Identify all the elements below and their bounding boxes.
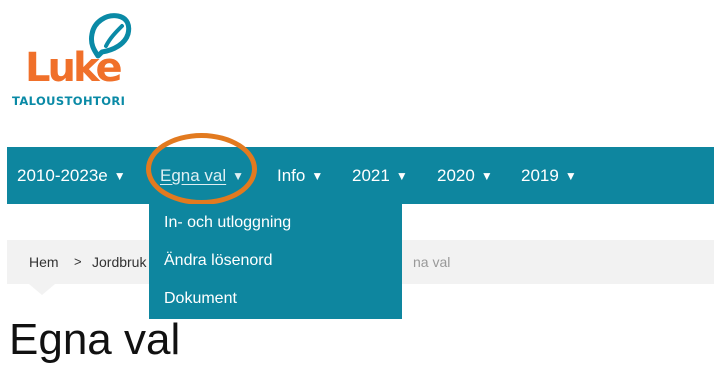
logo-subtitle: TALOUSTOHTORI — [12, 94, 126, 108]
nav-item-info[interactable]: Info ▼ — [277, 147, 323, 204]
main-navbar: 2010-2023e ▼ Egna val ▼ Info ▼ 2021 ▼ 2020 ▼ … — [7, 147, 714, 204]
nav-item-egna-val[interactable]: Egna val ▼ — [160, 147, 244, 204]
nav-item-label: 2020 — [437, 166, 475, 185]
nav-item-label: Egna val — [160, 166, 227, 185]
caret-down-icon: ▼ — [564, 169, 577, 183]
caret-down-icon: ▼ — [311, 169, 324, 183]
page-title: Egna val — [9, 315, 181, 364]
breadcrumb-current: na val — [413, 254, 451, 270]
logo-wordmark: Luke — [25, 45, 123, 91]
nav-item-2020[interactable]: 2020 ▼ — [437, 147, 493, 204]
caret-down-icon: ▼ — [395, 169, 408, 183]
egna-val-dropdown-menu: In- och utloggning Ändra lösenord Dokume… — [149, 204, 402, 319]
nav-item-label: 2010-2023e — [17, 166, 108, 185]
breadcrumb-home-link[interactable]: Hem — [29, 240, 59, 284]
breadcrumb-pointer — [29, 284, 55, 295]
nav-item-label: Info — [277, 166, 306, 185]
dropdown-item-change-password[interactable]: Ändra lösenord — [164, 252, 273, 270]
caret-down-icon: ▼ — [480, 169, 493, 183]
luke-logo[interactable]: Luke TALOUSTOHTORI — [10, 8, 150, 108]
nav-item-label: 2019 — [521, 166, 559, 185]
nav-item-label: 2021 — [352, 166, 390, 185]
dropdown-item-documents[interactable]: Dokument — [164, 290, 237, 308]
caret-down-icon: ▼ — [232, 169, 245, 183]
nav-item-2021[interactable]: 2021 ▼ — [352, 147, 408, 204]
dropdown-item-login-logout[interactable]: In- och utloggning — [164, 214, 291, 232]
caret-down-icon: ▼ — [113, 169, 126, 183]
breadcrumb-link[interactable]: Jordbruk — [92, 240, 146, 284]
chevron-right-icon: > — [74, 254, 82, 269]
nav-item-2010-2023e[interactable]: 2010-2023e ▼ — [17, 147, 126, 204]
nav-item-2019[interactable]: 2019 ▼ — [521, 147, 577, 204]
